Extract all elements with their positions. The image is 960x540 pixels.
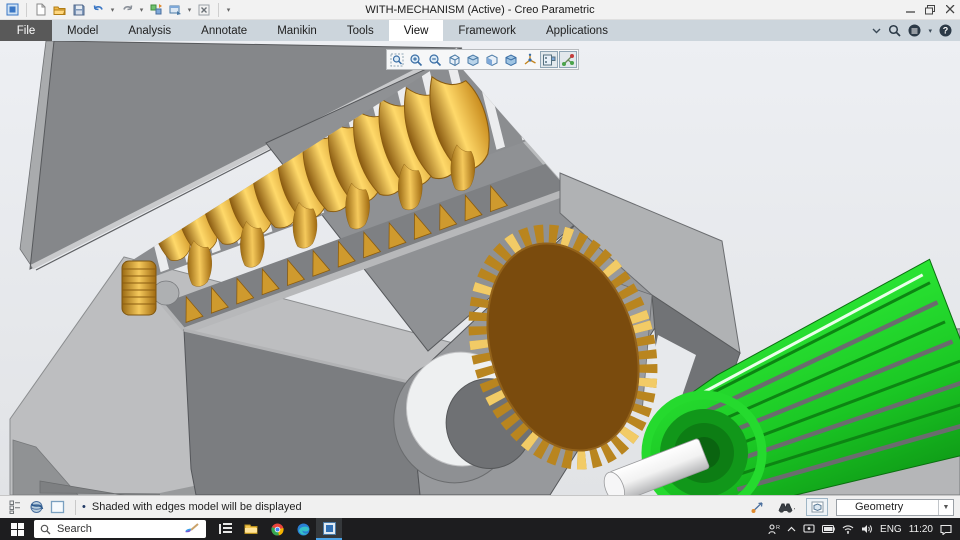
tab-view[interactable]: View (388, 20, 444, 41)
creo-parametric-window: ▾ ▾ ▾ ▾ WITH-MECHANISM (Active) - Creo P… (0, 0, 960, 540)
restore-button[interactable] (920, 1, 940, 19)
model-viewport[interactable] (0, 41, 960, 495)
minimize-button[interactable] (900, 1, 920, 19)
tab-analysis[interactable]: Analysis (113, 20, 186, 41)
titlebar: ▾ ▾ ▾ ▾ WITH-MECHANISM (Active) - Creo P… (0, 0, 960, 20)
section-view-button[interactable] (483, 51, 501, 68)
combobox-dropdown-icon[interactable]: ▼ (938, 499, 953, 515)
in-graphics-toolbar (386, 49, 579, 70)
save-icon[interactable] (71, 2, 87, 18)
tab-manikin[interactable]: Manikin (262, 20, 332, 41)
datum-display-filters-button[interactable] (521, 51, 539, 68)
taskbar-search-input[interactable]: Search (34, 520, 206, 538)
display-style-button[interactable] (464, 51, 482, 68)
open-icon[interactable] (52, 2, 68, 18)
onedrive-icon[interactable] (803, 524, 815, 534)
edge-button[interactable] (290, 518, 316, 540)
selection-filter-value: Geometry (855, 501, 904, 513)
chrome-button[interactable] (264, 518, 290, 540)
divider (75, 499, 76, 515)
model-tree-toggle-icon[interactable] (6, 499, 24, 515)
ribbon-tabstrip: File Model Analysis Annotate Manikin Too… (0, 20, 960, 41)
redo-caret-icon[interactable]: ▾ (138, 6, 145, 14)
graphics-toolbar-options-button[interactable] (540, 51, 558, 68)
svg-text:▾: ▾ (794, 507, 795, 513)
ribbon-display-options-icon[interactable] (908, 24, 921, 37)
tab-annotate[interactable]: Annotate (186, 20, 262, 41)
ribbon-right-icons: ▾ ? (872, 20, 960, 41)
status-right-controls: ▾ Geometry ▼ (748, 498, 954, 516)
refit-button[interactable] (388, 51, 406, 68)
web-browser-toggle-icon[interactable] (27, 499, 45, 515)
undo-caret-icon[interactable]: ▾ (109, 6, 116, 14)
status-bar: • Shaded with edges model will be displa… (0, 495, 960, 518)
graphics-area[interactable] (0, 41, 960, 495)
paint-brush-icon (185, 523, 199, 533)
shaded-view-button[interactable] (502, 51, 520, 68)
collapse-ribbon-chevron-icon[interactable] (872, 28, 881, 34)
help-icon[interactable]: ? (939, 24, 952, 37)
creo-app-button[interactable] (316, 518, 342, 540)
window-switch-icon[interactable] (167, 2, 183, 18)
svg-text:R: R (776, 525, 780, 531)
start-button[interactable] (0, 518, 34, 540)
tab-model[interactable]: Model (52, 20, 113, 41)
find-icon[interactable]: ▾ (777, 499, 795, 515)
select-box-button[interactable] (806, 498, 828, 516)
3d-dragger-icon[interactable] (748, 499, 766, 515)
wifi-icon[interactable] (842, 524, 854, 534)
volume-icon[interactable] (861, 524, 873, 534)
ribbon-options-caret-icon[interactable]: ▾ (928, 27, 932, 35)
window-caret-icon[interactable]: ▾ (186, 6, 193, 14)
svg-text:?: ? (943, 26, 949, 36)
undo-icon[interactable] (90, 2, 106, 18)
tab-framework[interactable]: Framework (443, 20, 531, 41)
hidden-icons-chevron-icon[interactable] (787, 526, 796, 532)
zoom-in-button[interactable] (407, 51, 425, 68)
language-indicator[interactable]: ENG (880, 524, 902, 535)
battery-icon[interactable] (822, 525, 835, 533)
search-icon (40, 524, 51, 534)
search-icon[interactable] (888, 24, 902, 37)
people-icon[interactable]: R (768, 523, 780, 535)
close-window-icon[interactable] (196, 2, 212, 18)
redo-icon[interactable] (119, 2, 135, 18)
search-placeholder: Search (57, 523, 92, 535)
tab-tools[interactable]: Tools (332, 20, 389, 41)
app-window-icon[interactable] (4, 2, 20, 18)
divider (218, 2, 219, 17)
selection-filter-combobox[interactable]: Geometry ▼ (836, 498, 954, 516)
window-controls (900, 1, 960, 19)
spin-center-toggle-button[interactable] (559, 51, 577, 68)
divider (26, 2, 27, 17)
new-file-icon[interactable] (33, 2, 49, 18)
status-message: Shaded with edges model will be displaye… (91, 501, 302, 513)
clock[interactable]: 11:20 (909, 524, 933, 535)
tab-applications[interactable]: Applications (531, 20, 623, 41)
close-button[interactable] (940, 1, 960, 19)
windows-taskbar: Search R ENG 11:20 (0, 518, 960, 540)
status-bullet: • (82, 501, 86, 513)
hide-tree-icon[interactable] (48, 499, 66, 515)
system-tray: R ENG 11:20 (768, 524, 960, 535)
tab-file[interactable]: File (0, 20, 52, 41)
zoom-out-button[interactable] (426, 51, 444, 68)
regenerate-icon[interactable] (148, 2, 164, 18)
qat-customize-icon[interactable]: ▾ (225, 6, 232, 14)
quick-access-toolbar: ▾ ▾ ▾ ▾ (0, 2, 232, 18)
file-explorer-button[interactable] (238, 518, 264, 540)
task-view-button[interactable] (212, 518, 238, 540)
action-center-icon[interactable] (940, 524, 952, 535)
saved-orientations-button[interactable] (445, 51, 463, 68)
